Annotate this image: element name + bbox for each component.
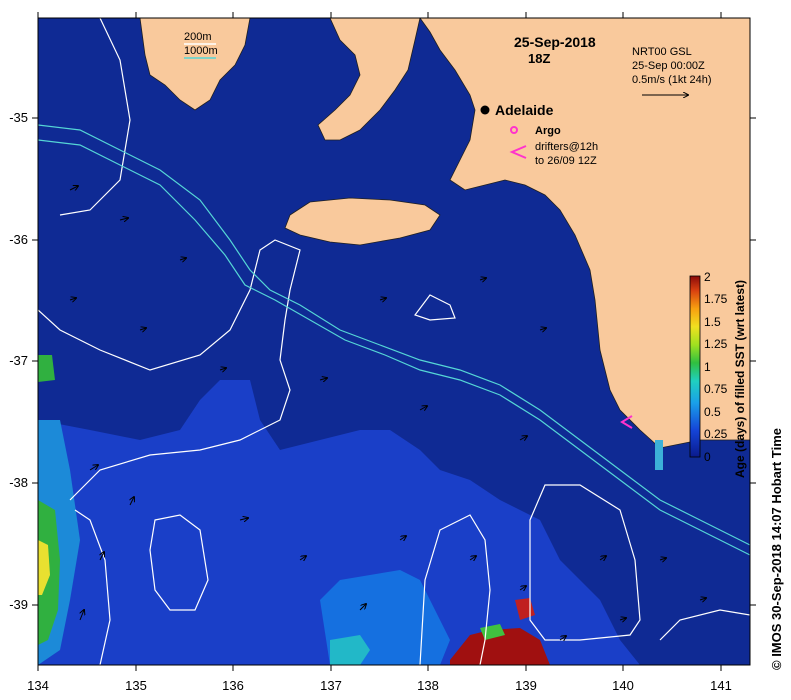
drifter-label-line1: drifters@12h <box>535 141 598 153</box>
colorbar-tick-label: 1.25 <box>704 337 728 351</box>
lat-tick-label: -35 <box>9 110 28 125</box>
lat-tick-label: -37 <box>9 353 28 368</box>
lon-tick-label: 136 <box>222 678 244 693</box>
time-label: 18Z <box>528 51 550 66</box>
colorbar-tick-label: 0.25 <box>704 427 728 441</box>
lon-tick-label: 140 <box>612 678 634 693</box>
isobath-1000m-label: 1000m <box>184 45 218 57</box>
lon-tick-label: 134 <box>27 678 49 693</box>
credit-text: © IMOS 30-Sep-2018 14:07 Hobart Time <box>769 428 784 670</box>
lon-tick-label: 138 <box>417 678 439 693</box>
lat-tick-label: -36 <box>9 232 28 247</box>
colorbar-gradient <box>689 275 701 458</box>
current-source-label: NRT00 GSL <box>632 46 692 58</box>
date-label: 25-Sep-2018 <box>514 34 596 50</box>
plot-area <box>38 18 750 665</box>
sst-age-map: 134 135 136 137 138 139 140 141 -35 -36 … <box>9 12 784 693</box>
lon-tick-label: 135 <box>125 678 147 693</box>
lake-coastal <box>655 440 663 470</box>
colorbar-tick-label: 1.5 <box>704 315 721 329</box>
city-label: Adelaide <box>495 102 554 118</box>
city-marker-icon <box>480 105 490 115</box>
lat-tick-label: -39 <box>9 597 28 612</box>
colorbar-tick-label: 1 <box>704 360 711 374</box>
colorbar-tick-label: 0.5 <box>704 405 721 419</box>
drifter-label-line2: to 26/09 12Z <box>535 155 597 167</box>
lon-tick-label: 141 <box>710 678 732 693</box>
colorbar-tick-label: 2 <box>704 270 711 284</box>
colorbar-tick-label: 0.75 <box>704 382 728 396</box>
sst-age-region-small-green <box>38 355 55 382</box>
current-time-label: 25-Sep 00:00Z <box>632 60 705 72</box>
colorbar-title: Age (days) of filled SST (wrt latest) <box>733 280 747 478</box>
colorbar-tick-label: 0 <box>704 450 711 464</box>
lat-tick-label: -38 <box>9 475 28 490</box>
lon-tick-label: 139 <box>515 678 537 693</box>
argo-label: Argo <box>535 125 561 137</box>
lon-tick-label: 137 <box>320 678 342 693</box>
colorbar-tick-label: 1.75 <box>704 292 728 306</box>
current-scale-label: 0.5m/s (1kt 24h) <box>632 74 711 86</box>
isobath-200m-label: 200m <box>184 31 212 43</box>
